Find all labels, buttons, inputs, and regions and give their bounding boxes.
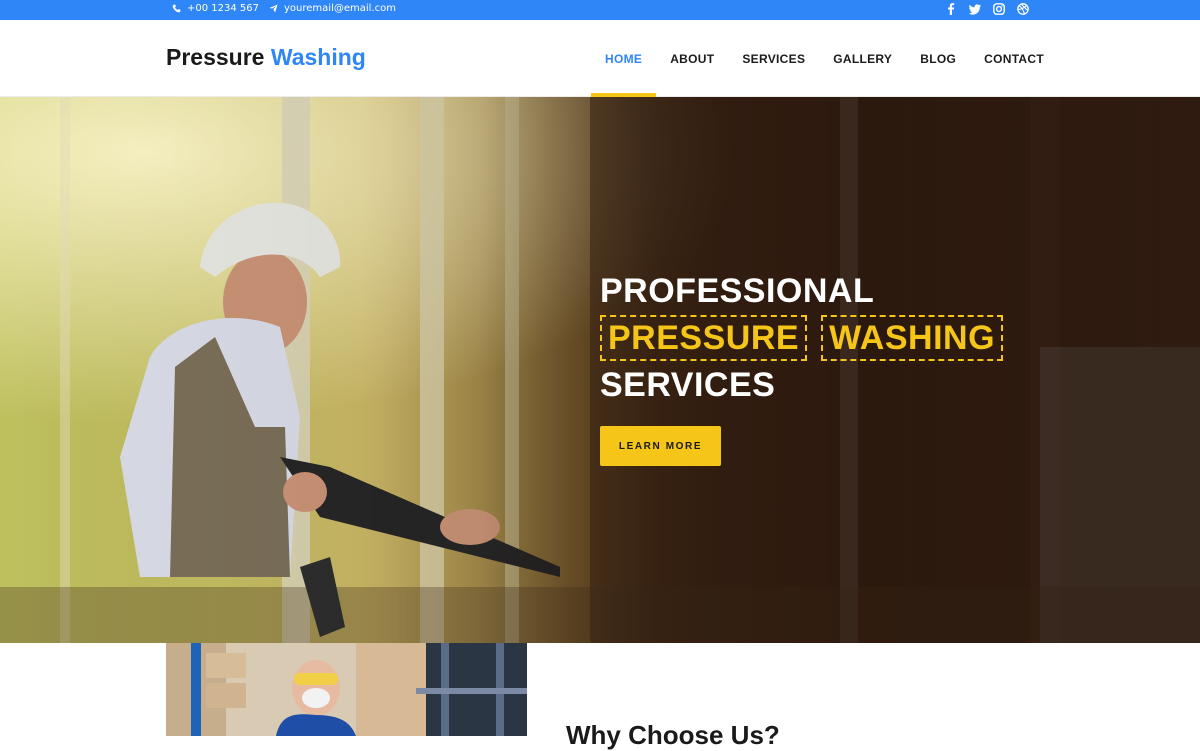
learn-more-button[interactable]: LEARN MORE: [600, 426, 721, 466]
logo-text-primary: Pressure: [166, 44, 265, 70]
top-bar: +00 1234 567 youremail@email.com: [0, 0, 1200, 20]
nav-item-blog[interactable]: BLOG: [906, 20, 970, 97]
nav-item-contact[interactable]: CONTACT: [970, 20, 1058, 97]
hero-line-3: SERVICES: [600, 366, 776, 404]
email-address: youremail@email.com: [284, 3, 396, 14]
social-links: [944, 2, 1030, 16]
hero-heading: PROFESSIONAL PRESSURE WASHING SERVICES: [600, 267, 1040, 409]
hero-highlight-pressure: PRESSURE: [600, 315, 808, 361]
nav-item-services[interactable]: SERVICES: [728, 20, 819, 97]
hero-line-1: PROFESSIONAL: [600, 272, 875, 310]
hero-highlight-washing: WASHING: [821, 315, 1004, 361]
contact-info: +00 1234 567 youremail@email.com: [172, 3, 396, 14]
site-header: Pressure Washing HOME ABOUT SERVICES GAL…: [0, 20, 1200, 97]
logo-text-accent: Washing: [270, 44, 366, 70]
site-logo[interactable]: Pressure Washing: [166, 44, 366, 71]
nav-item-about[interactable]: ABOUT: [656, 20, 728, 97]
main-nav: HOME ABOUT SERVICES GALLERY BLOG CONTACT: [591, 20, 1058, 97]
hero-line-2: PRESSURE WASHING: [600, 315, 1040, 361]
email-contact[interactable]: youremail@email.com: [269, 3, 396, 14]
hero-section: PROFESSIONAL PRESSURE WASHING SERVICES L…: [0, 97, 1200, 643]
facebook-icon[interactable]: [944, 2, 958, 16]
nav-item-gallery[interactable]: GALLERY: [819, 20, 906, 97]
dribbble-icon[interactable]: [1016, 2, 1030, 16]
phone-contact[interactable]: +00 1234 567: [172, 3, 259, 14]
why-choose-us-image: [166, 643, 527, 736]
nav-item-home[interactable]: HOME: [591, 20, 657, 97]
phone-icon: [172, 4, 181, 13]
phone-number: +00 1234 567: [187, 3, 259, 14]
instagram-icon[interactable]: [992, 2, 1006, 16]
paper-plane-icon: [269, 4, 278, 13]
twitter-icon[interactable]: [968, 2, 982, 16]
